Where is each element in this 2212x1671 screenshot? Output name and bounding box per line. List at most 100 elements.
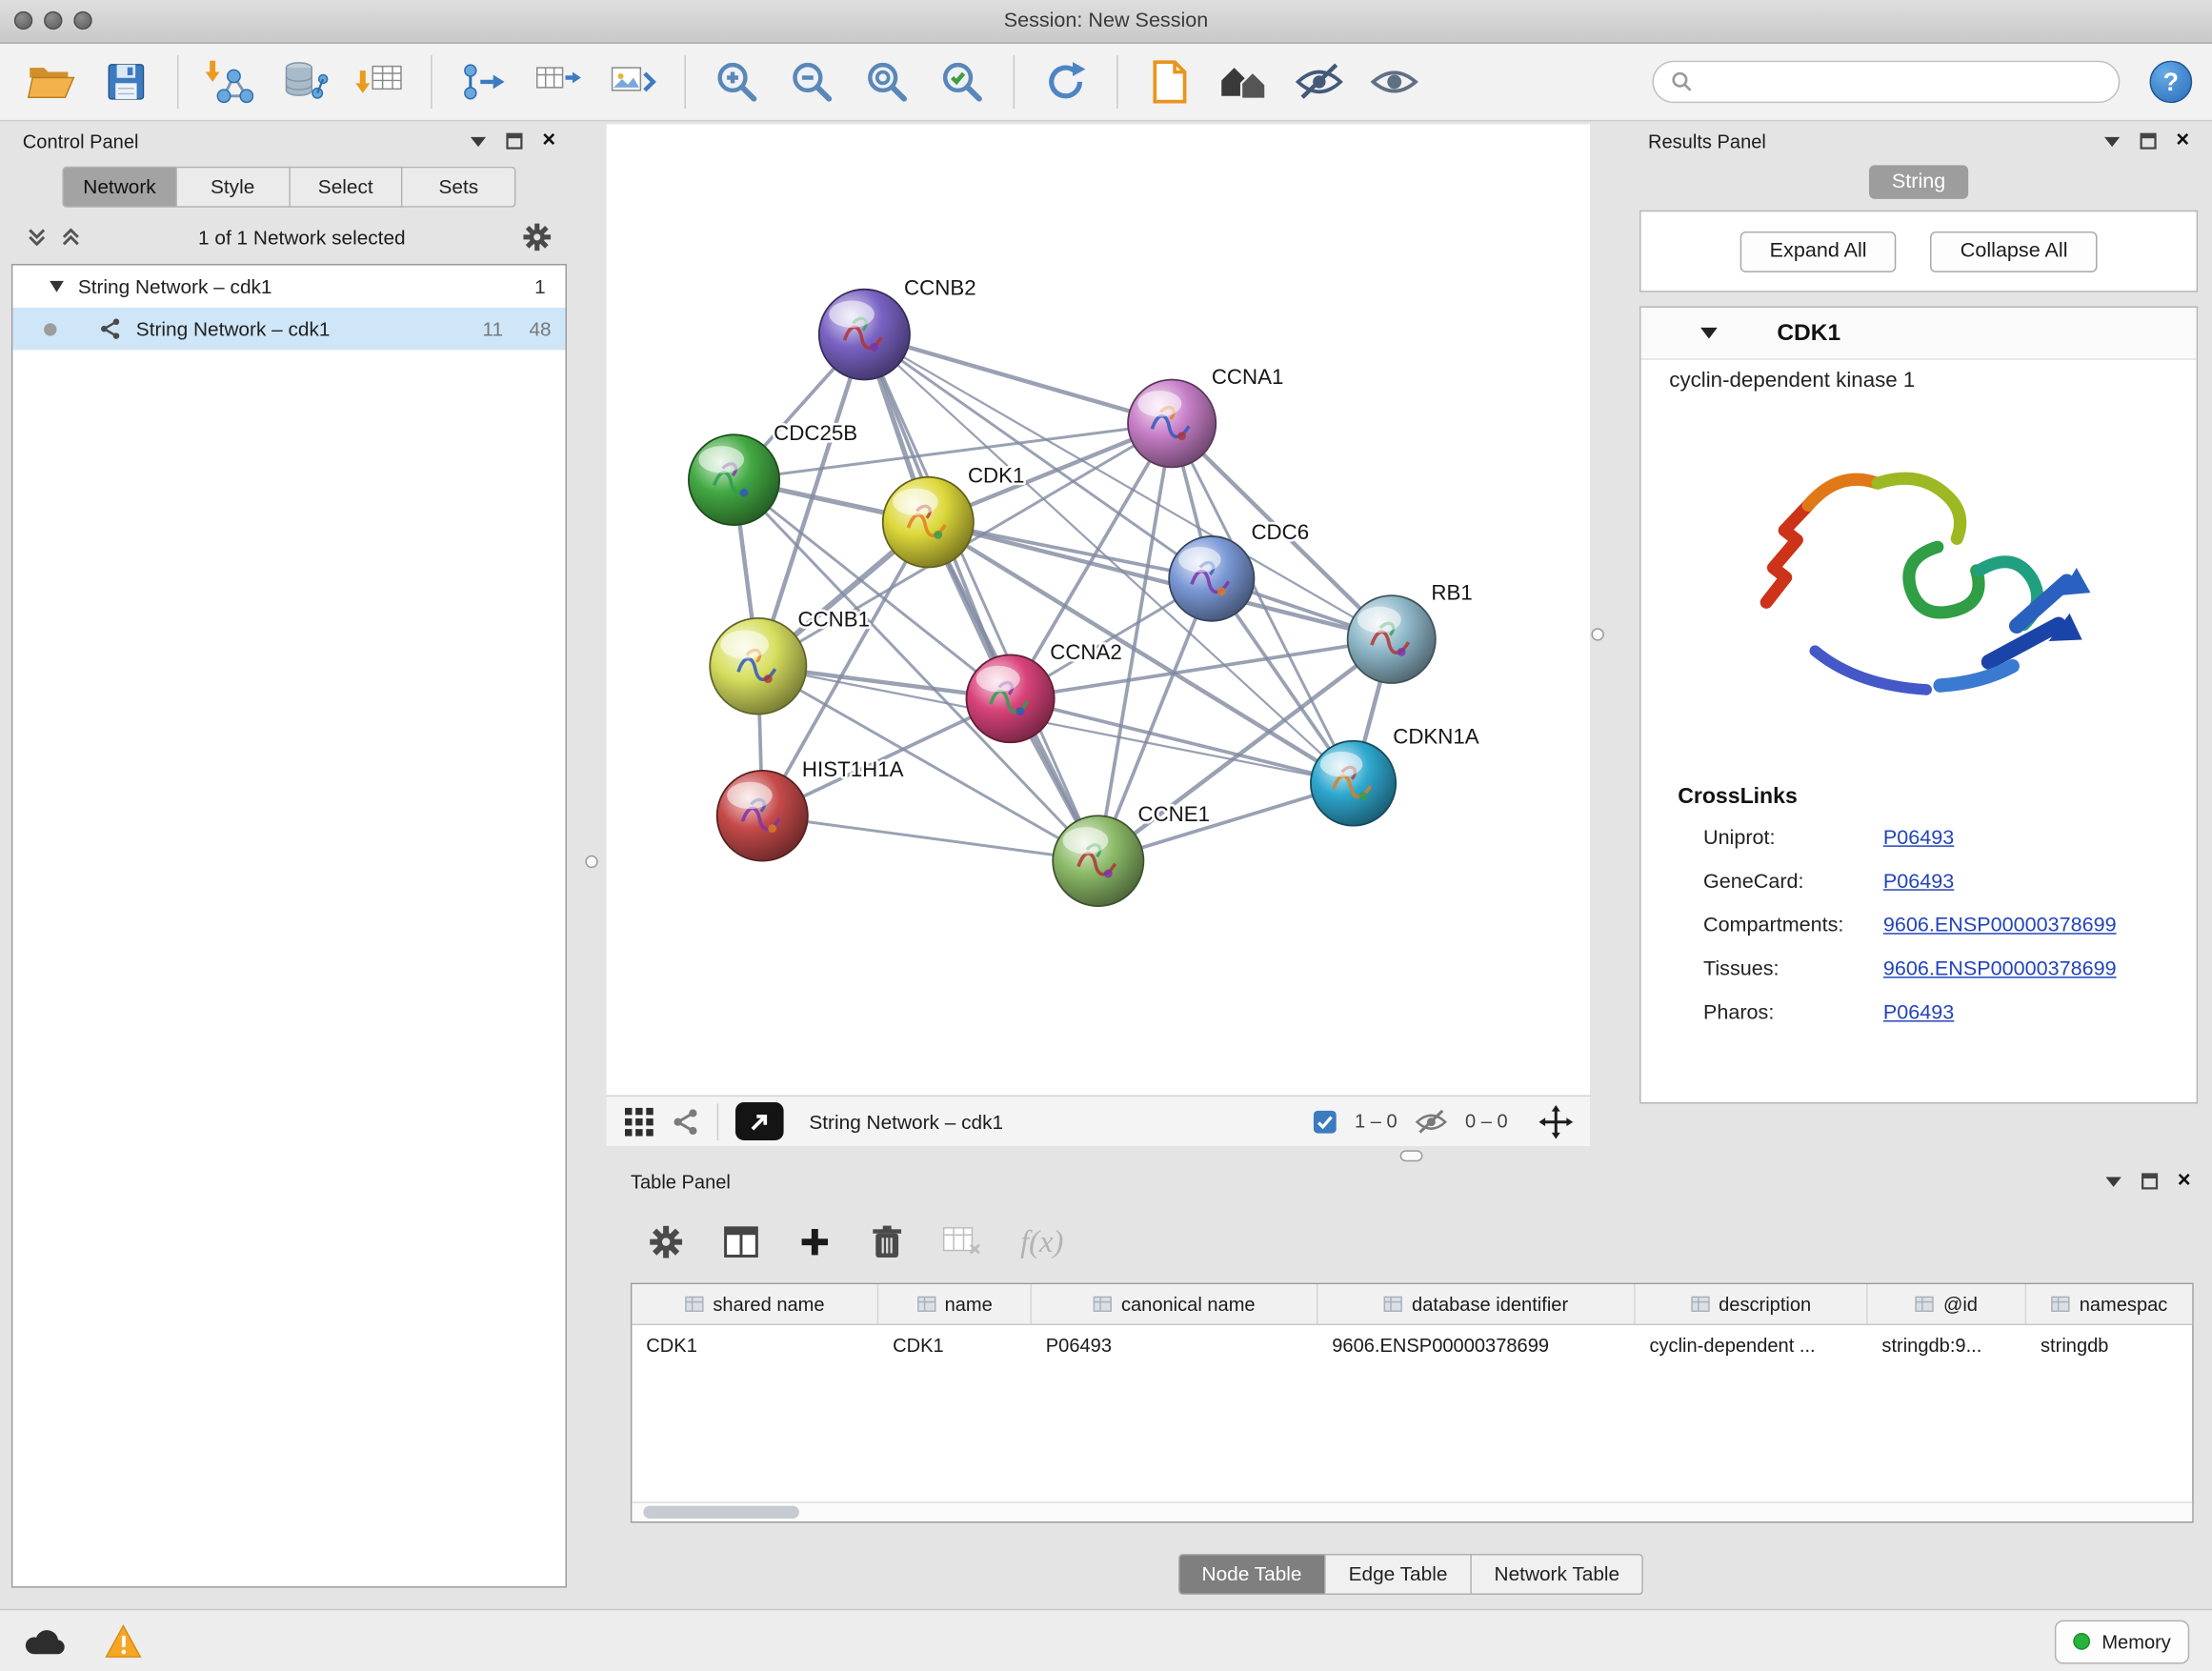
panel-menu-icon[interactable] (470, 136, 485, 146)
edge-CCNB2-CCNA1[interactable] (864, 334, 1172, 423)
tab-node-table[interactable]: Node Table (1177, 1554, 1326, 1595)
left-splitter-handle[interactable] (585, 856, 597, 868)
cell-name[interactable]: CDK1 (878, 1335, 1032, 1356)
delete-column-trash-icon[interactable] (870, 1223, 904, 1260)
new-network-button[interactable] (452, 52, 514, 111)
network-overview-icon[interactable] (672, 1107, 700, 1136)
hidden-eye-slash-icon[interactable] (1414, 1107, 1448, 1136)
tab-network-table[interactable]: Network Table (1472, 1554, 1644, 1595)
import-network-from-file-button[interactable] (198, 52, 260, 111)
float-panel-icon[interactable] (506, 132, 523, 150)
tab-string[interactable]: String (1869, 165, 1968, 199)
close-panel-icon[interactable]: × (2178, 1170, 2191, 1193)
tab-edge-table[interactable]: Edge Table (1326, 1554, 1472, 1595)
crosslink-tissues-link[interactable]: 9606.ENSP00000378699 (1883, 957, 2117, 980)
float-panel-icon[interactable] (2141, 1173, 2158, 1190)
grid-view-icon[interactable] (624, 1106, 655, 1137)
edge-CCNB2-CCNE1[interactable] (864, 334, 1097, 861)
zoom-window-button[interactable] (73, 11, 91, 30)
node-CCNE1[interactable] (1053, 815, 1143, 906)
memory-button[interactable]: Memory (2055, 1620, 2189, 1663)
expand-all-button[interactable]: Expand All (1739, 231, 1896, 272)
node-CCNB1[interactable] (710, 618, 806, 715)
tab-select[interactable]: Select (290, 167, 403, 208)
collapse-all-button[interactable]: Collapse All (1931, 231, 2098, 272)
node-CCNA2[interactable] (966, 654, 1054, 742)
node-CDC6[interactable] (1169, 536, 1254, 621)
search-input[interactable] (1704, 70, 2101, 95)
crosslink-uniprot-link[interactable]: P06493 (1883, 826, 1954, 849)
tab-network[interactable]: Network (62, 167, 176, 208)
minimize-window-button[interactable] (44, 11, 62, 30)
edge-CDK1-RB1[interactable] (928, 522, 1391, 639)
warning-icon[interactable] (105, 1624, 142, 1659)
import-network-from-database-button[interactable] (273, 52, 335, 111)
protein-entry-header[interactable]: CDK1 (1641, 308, 2197, 360)
scrollbar-thumb[interactable] (643, 1506, 799, 1519)
node-CDK1[interactable] (883, 477, 974, 568)
collapse-all-networks-icon[interactable] (59, 226, 82, 249)
crosslink-compartments-link[interactable]: 9606.ENSP00000378699 (1883, 914, 2117, 936)
node-CDKN1A[interactable] (1311, 741, 1396, 826)
node-CCNA1[interactable] (1128, 380, 1216, 468)
edge-HIST1H1A-CCNE1[interactable] (762, 815, 1098, 860)
home-views-button[interactable] (1213, 52, 1275, 111)
column-header[interactable]: namespac (2026, 1284, 2192, 1323)
cell-database-identifier[interactable]: 9606.ENSP00000378699 (1317, 1335, 1635, 1356)
cell-shared-name[interactable]: CDK1 (632, 1335, 878, 1356)
crosslink-genecard-link[interactable]: P06493 (1883, 870, 1954, 893)
cell-id[interactable]: stringdb:9... (1868, 1335, 2027, 1356)
pan-crosshair-icon[interactable] (1538, 1104, 1573, 1138)
zoom-fit-button[interactable] (855, 52, 917, 111)
column-header[interactable]: @id (1868, 1284, 2027, 1323)
node-RB1[interactable] (1348, 595, 1436, 683)
detach-view-button[interactable] (735, 1102, 784, 1140)
node-CCNB2[interactable] (819, 290, 910, 380)
tab-sets[interactable]: Sets (403, 167, 516, 208)
show-columns-icon[interactable] (723, 1223, 760, 1260)
table-row[interactable]: CDK1 CDK1 P06493 9606.ENSP00000378699 cy… (632, 1325, 2192, 1364)
crosslink-pharos-link[interactable]: P06493 (1883, 1001, 1954, 1024)
node-CDC25B[interactable] (689, 434, 779, 525)
column-header[interactable]: canonical name (1032, 1284, 1317, 1323)
panel-menu-icon[interactable] (2105, 1177, 2121, 1186)
network-view-canvas[interactable]: CCNB2CCNA1CDC25BCDK1CDC6RB1CCNB1CCNA2CDK… (607, 124, 1590, 1095)
close-panel-icon[interactable]: × (542, 130, 555, 152)
node-HIST1H1A[interactable] (717, 771, 808, 861)
add-column-icon[interactable] (797, 1225, 832, 1259)
copy-document-button[interactable] (1137, 52, 1199, 111)
show-view-button[interactable] (1363, 52, 1425, 111)
horizontal-scrollbar[interactable] (632, 1501, 2192, 1521)
import-table-from-file-button[interactable] (349, 52, 411, 111)
open-session-button[interactable] (20, 52, 82, 111)
network-collection-row[interactable]: String Network – cdk1 1 (12, 266, 565, 308)
cell-description[interactable]: cyclin-dependent ... (1636, 1335, 1868, 1356)
hide-annotations-button[interactable] (1288, 52, 1350, 111)
export-image-button[interactable] (602, 52, 664, 111)
column-header[interactable]: description (1636, 1284, 1868, 1323)
close-window-button[interactable] (14, 11, 32, 30)
help-button[interactable]: ? (2150, 61, 2193, 103)
close-panel-icon[interactable]: × (2176, 130, 2189, 152)
cloud-icon[interactable] (23, 1626, 66, 1658)
selected-nodes-checkbox-icon[interactable] (1312, 1109, 1337, 1135)
table-settings-gear-icon[interactable] (648, 1223, 685, 1260)
collection-caret-icon[interactable] (50, 281, 64, 292)
panel-menu-icon[interactable] (2103, 136, 2119, 146)
network-row-selected[interactable]: String Network – cdk1 11 48 (12, 308, 565, 350)
network-options-gear-icon[interactable] (521, 222, 553, 253)
refresh-view-button[interactable] (1035, 52, 1096, 111)
zoom-selected-button[interactable] (931, 52, 993, 111)
float-panel-icon[interactable] (2140, 132, 2157, 150)
column-header[interactable]: name (878, 1284, 1032, 1323)
new-network-from-table-button[interactable] (527, 52, 589, 111)
tab-style[interactable]: Style (177, 167, 291, 208)
entry-caret-icon[interactable] (1700, 328, 1718, 339)
horizontal-splitter-handle[interactable] (1400, 1150, 1423, 1161)
zoom-out-button[interactable] (781, 52, 843, 111)
cell-namespace[interactable]: stringdb (2026, 1335, 2192, 1356)
zoom-in-button[interactable] (706, 52, 768, 111)
right-splitter-handle[interactable] (1591, 628, 1603, 640)
cell-canonical-name[interactable]: P06493 (1032, 1335, 1317, 1356)
expand-all-networks-icon[interactable] (26, 226, 49, 249)
